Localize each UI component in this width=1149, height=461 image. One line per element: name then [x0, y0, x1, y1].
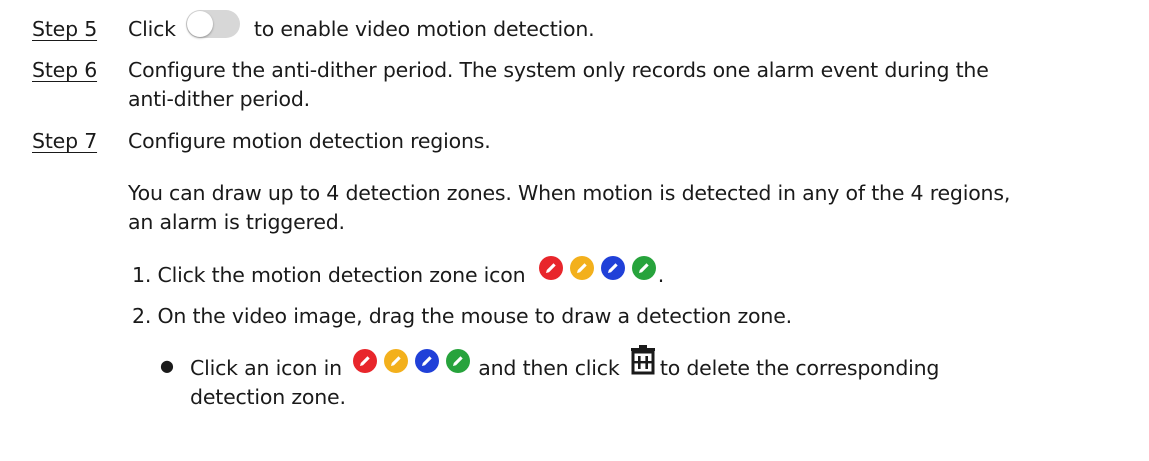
- substep-1-text: Click the motion detection zone icon: [157, 263, 526, 287]
- step-7-line-1: Configure motion detection regions.: [128, 129, 491, 153]
- bullet-text-middle: and then click: [478, 356, 620, 380]
- step-5-label: Step 5: [32, 17, 98, 41]
- substep-2: 2. On the video image, drag the mouse to…: [132, 304, 792, 328]
- red-pencil-icon: [538, 256, 563, 280]
- substep-2-text: On the video image, drag the mouse to dr…: [157, 304, 793, 328]
- bullet-text-after: to delete the corresponding: [659, 356, 940, 380]
- step-5-text-after: to enable video motion detection.: [253, 17, 595, 41]
- bullet-line-1: Click an icon in and then click to delet…: [190, 344, 940, 380]
- bullet-line-2: detection zone.: [190, 385, 346, 409]
- green-pencil-icon: [446, 349, 471, 373]
- step-6-line-1: Configure the anti-dither period. The sy…: [128, 58, 989, 82]
- step-6-line-2: anti-dither period.: [128, 87, 311, 111]
- zone-icons-group: [538, 255, 658, 283]
- step-6-label: Step 6: [32, 58, 98, 82]
- trash-icon: [630, 344, 656, 380]
- substep-1-suffix: .: [657, 263, 665, 287]
- bullet-text-before: Click an icon in: [190, 356, 342, 380]
- substep-2-number: 2.: [132, 304, 152, 328]
- zone-icons-group-bullet: [352, 348, 472, 376]
- yellow-pencil-icon: [569, 256, 594, 280]
- substep-1: 1. Click the motion detection zone icon …: [132, 256, 665, 287]
- green-pencil-icon: [631, 256, 656, 280]
- step-5-text-before: Click: [128, 17, 176, 41]
- yellow-pencil-icon: [384, 349, 409, 373]
- zone-icons-svg: [538, 256, 656, 280]
- toggle-switch-off-icon: [185, 10, 240, 38]
- bullet-marker: ●: [160, 356, 174, 375]
- step-7-label: Step 7: [32, 129, 98, 153]
- blue-pencil-icon: [415, 349, 440, 373]
- zone-icons-svg-bullet: [353, 349, 471, 373]
- step-5-text: Click to enable video motion detection.: [128, 10, 595, 41]
- step-7-para-line-2: an alarm is triggered.: [128, 210, 345, 234]
- substep-1-number: 1.: [132, 263, 152, 287]
- step-7-para-line-1: You can draw up to 4 detection zones. Wh…: [128, 181, 1011, 205]
- red-pencil-icon: [353, 349, 378, 373]
- blue-pencil-icon: [600, 256, 625, 280]
